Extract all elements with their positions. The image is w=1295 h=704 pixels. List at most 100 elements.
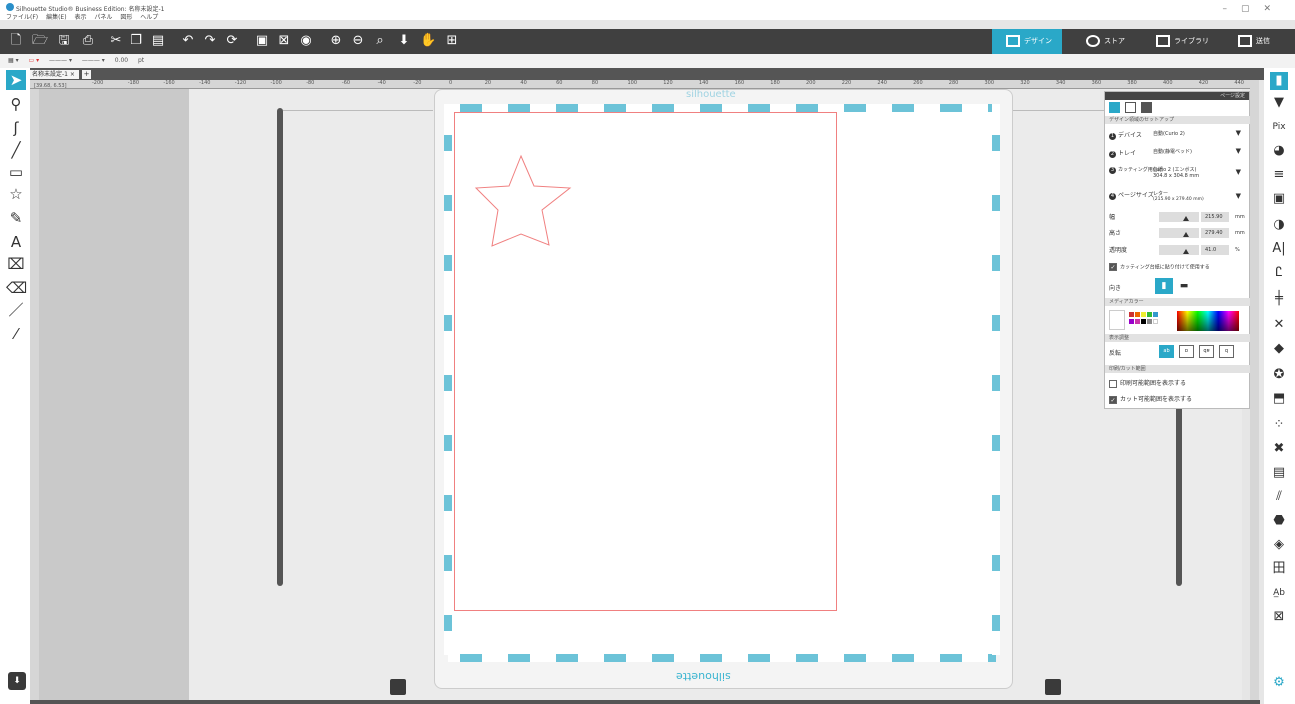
swatch[interactable] [1153, 312, 1158, 317]
flip-both-icon[interactable]: q [1219, 345, 1234, 358]
new-file-icon[interactable]: 🗋 [8, 33, 24, 49]
transparency-icon[interactable]: ◑ [1270, 216, 1288, 234]
zoom-in-icon[interactable]: ⊕ [328, 33, 344, 49]
line-style-select[interactable]: ——— ▾ [49, 57, 72, 64]
offset-icon[interactable]: ✪ [1270, 366, 1288, 384]
color-spectrum[interactable] [1177, 311, 1239, 331]
menu-shape[interactable]: 図形 [120, 14, 132, 21]
close-button[interactable]: ✕ [1263, 4, 1285, 14]
hatch-icon[interactable]: ⫽ [1270, 488, 1288, 506]
portrait-icon[interactable]: ▮ [1155, 278, 1173, 294]
tab-close-icon[interactable]: × [70, 71, 75, 78]
line-color-select[interactable]: ▭ ▾ [29, 57, 40, 64]
page-setup-icon[interactable]: ▮ [1270, 72, 1288, 90]
stick-to-mat-row[interactable]: ✓ カッティング台紙に貼り付けて使用する [1109, 263, 1249, 271]
eyedropper-icon[interactable]: ⁄ [6, 324, 26, 344]
tab-design[interactable]: デザイン [992, 29, 1062, 54]
emboss-icon[interactable]: ◈ [1270, 536, 1288, 554]
settings-gear-icon[interactable]: ⚙ [1270, 674, 1288, 692]
width-input[interactable]: 215.90 [1201, 212, 1229, 222]
media-color-white[interactable] [1109, 310, 1125, 330]
redo-icon[interactable]: ↷ [202, 33, 218, 49]
swatch[interactable] [1153, 319, 1158, 324]
copy-icon[interactable]: ❐ [128, 33, 144, 49]
edit-points-icon[interactable]: ⚲ [6, 94, 26, 114]
add-tab-button[interactable]: + [82, 70, 91, 79]
print-icon[interactable]: ⊠ [1270, 608, 1288, 626]
pencil-icon[interactable]: ✎ [6, 208, 26, 228]
tab-library[interactable]: ライブラリ [1150, 29, 1220, 54]
modify-icon[interactable]: ◆ [1270, 340, 1288, 358]
fill-pattern-icon[interactable]: ▦ ▾ [8, 57, 19, 64]
rectangle-icon[interactable]: ▭ [6, 162, 26, 182]
nest-icon[interactable]: ⬣ [1270, 512, 1288, 530]
replicate-icon[interactable]: ✕ [1270, 316, 1288, 334]
tab-send[interactable]: 送信 [1232, 29, 1292, 54]
import-button[interactable]: ⬇ [8, 672, 26, 690]
print-icon[interactable]: ⎙ [80, 33, 96, 49]
print-area-row[interactable]: 印刷可能範囲を表示する [1109, 378, 1249, 388]
document-tab[interactable]: 名称未設定-1 × [28, 70, 79, 79]
pan-hand-icon[interactable]: ✋ [420, 33, 436, 49]
menu-edit[interactable]: 編集(E) [46, 14, 66, 21]
library-icon[interactable]: ✖ [1270, 440, 1288, 458]
fit-page-icon[interactable]: ⊞ [444, 33, 460, 49]
flip-normal-icon[interactable]: ab [1159, 345, 1174, 358]
knife-icon[interactable]: ⌧ [6, 254, 26, 274]
text-style-icon[interactable]: A| [1270, 240, 1288, 258]
menu-view[interactable]: 表示 [74, 14, 86, 21]
swatch[interactable] [1129, 312, 1134, 317]
undo-icon[interactable]: ↶ [180, 33, 196, 49]
swatch[interactable] [1135, 312, 1140, 317]
image-icon[interactable]: ▣ [1270, 190, 1288, 208]
cut-area-checkbox[interactable]: ✓ [1109, 395, 1117, 404]
flip-vertical-icon[interactable]: ɒ [1179, 345, 1194, 358]
swatch[interactable] [1147, 319, 1152, 324]
paste-icon[interactable]: ▤ [150, 33, 166, 49]
page-size-row[interactable]: 4 ページサイズ レター (215.90 x 279.40 mm) ▼ [1109, 190, 1249, 208]
pen-icon[interactable]: ／ [6, 300, 26, 320]
stroke-value-input[interactable]: 0.00 [115, 57, 128, 64]
split-icon[interactable]: 田 [1270, 560, 1288, 578]
flip-horizontal-icon[interactable]: qɐ [1199, 345, 1214, 358]
menu-file[interactable]: ファイル(F) [6, 14, 38, 21]
deselect-icon[interactable]: ⊠ [276, 33, 292, 49]
minimize-button[interactable]: – [1222, 4, 1241, 14]
open-folder-icon[interactable]: 🗁 [32, 33, 48, 49]
panel-icon[interactable]: ▼ [1270, 94, 1288, 112]
pixscan-icon[interactable]: Pix [1270, 118, 1288, 136]
select-all-icon[interactable]: ▣ [254, 33, 270, 49]
tab-store[interactable]: ストア [1072, 29, 1142, 54]
background-tab-icon[interactable] [1141, 102, 1152, 113]
zoom-fit-icon[interactable]: ⌕ [372, 33, 388, 49]
trace-icon[interactable]: Ꮭ [1270, 264, 1288, 282]
move-down-icon[interactable]: ⬇ [396, 33, 412, 49]
opacity-slider[interactable] [1159, 245, 1199, 255]
swatch[interactable] [1135, 319, 1140, 324]
cut-icon[interactable]: ✂ [108, 33, 124, 49]
tray-row[interactable]: 2 トレイ 自動(静電ベッド) ▼ [1109, 147, 1249, 158]
rhinestone-icon[interactable]: ⬒ [1270, 390, 1288, 408]
landscape-icon[interactable]: ▬ [1175, 278, 1193, 294]
print-area-checkbox[interactable] [1109, 379, 1117, 388]
star-shape[interactable] [470, 150, 580, 250]
height-slider[interactable] [1159, 228, 1199, 238]
horizontal-scrollbar[interactable] [30, 700, 1260, 704]
eraser-icon[interactable]: ⌫ [6, 278, 27, 298]
line-style-icon[interactable]: ≡ [1270, 166, 1288, 184]
swatch[interactable] [1147, 312, 1152, 317]
zoom-out-icon[interactable]: ⊖ [350, 33, 366, 49]
align-icon[interactable]: ╪ [1270, 290, 1288, 308]
mat-row[interactable]: 3 カッティング用台紙 Curio 2 (エンボス) 304.8 x 304.8 … [1109, 166, 1249, 184]
select-arrow-icon[interactable]: ➤ [6, 70, 26, 90]
width-slider[interactable] [1159, 212, 1199, 222]
grid-tab-icon[interactable] [1125, 102, 1136, 113]
layers-icon[interactable]: ▤ [1270, 464, 1288, 482]
star-shape-icon[interactable]: ☆ [6, 184, 26, 204]
page-tab-icon[interactable] [1109, 102, 1120, 113]
select-by-color-icon[interactable]: ◉ [298, 33, 314, 49]
line-icon[interactable]: ╱ [6, 140, 26, 160]
swatch[interactable] [1129, 319, 1134, 324]
text-to-path-icon[interactable]: A̲b [1270, 584, 1288, 602]
height-input[interactable]: 279.40 [1201, 228, 1229, 238]
